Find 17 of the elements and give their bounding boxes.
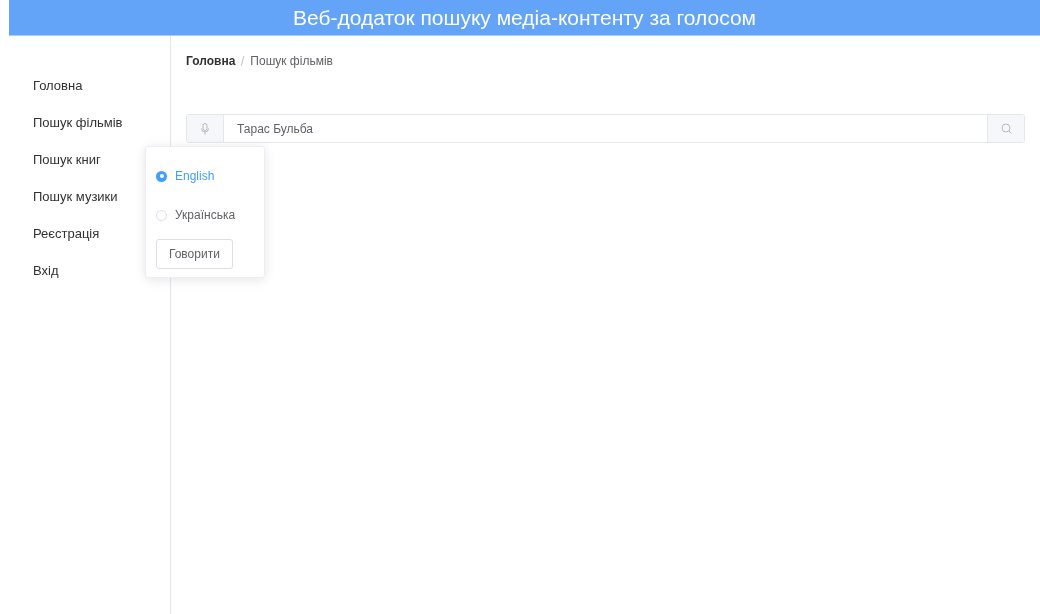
language-radio[interactable]: Українська — [156, 206, 236, 224]
sidebar-item[interactable]: Пошук книг — [33, 141, 101, 178]
speak-button[interactable]: Говорити — [156, 239, 233, 269]
search-input[interactable]: Тарас Бульба — [224, 115, 987, 142]
sidebar-item[interactable]: Пошук фільмів — [33, 104, 123, 141]
sidebar-item[interactable]: Вхід — [33, 252, 59, 289]
breadcrumb-item[interactable]: Головна — [186, 52, 236, 70]
search-button[interactable] — [987, 115, 1024, 142]
search-field[interactable]: Тарас Бульба — [186, 114, 1025, 143]
microphone-button[interactable] — [187, 115, 224, 142]
search-icon — [1000, 123, 1012, 134]
sidebar-item[interactable]: Головна — [33, 67, 83, 104]
app-title: Веб-додаток пошуку медіа-контенту за голосом — [293, 4, 756, 31]
breadcrumb-item: Пошук фільмів — [250, 53, 333, 70]
sidebar-item[interactable]: Пошук музики — [33, 178, 118, 215]
microphone-icon — [201, 122, 209, 135]
sidebar-item[interactable]: Реєстрація — [33, 215, 100, 252]
